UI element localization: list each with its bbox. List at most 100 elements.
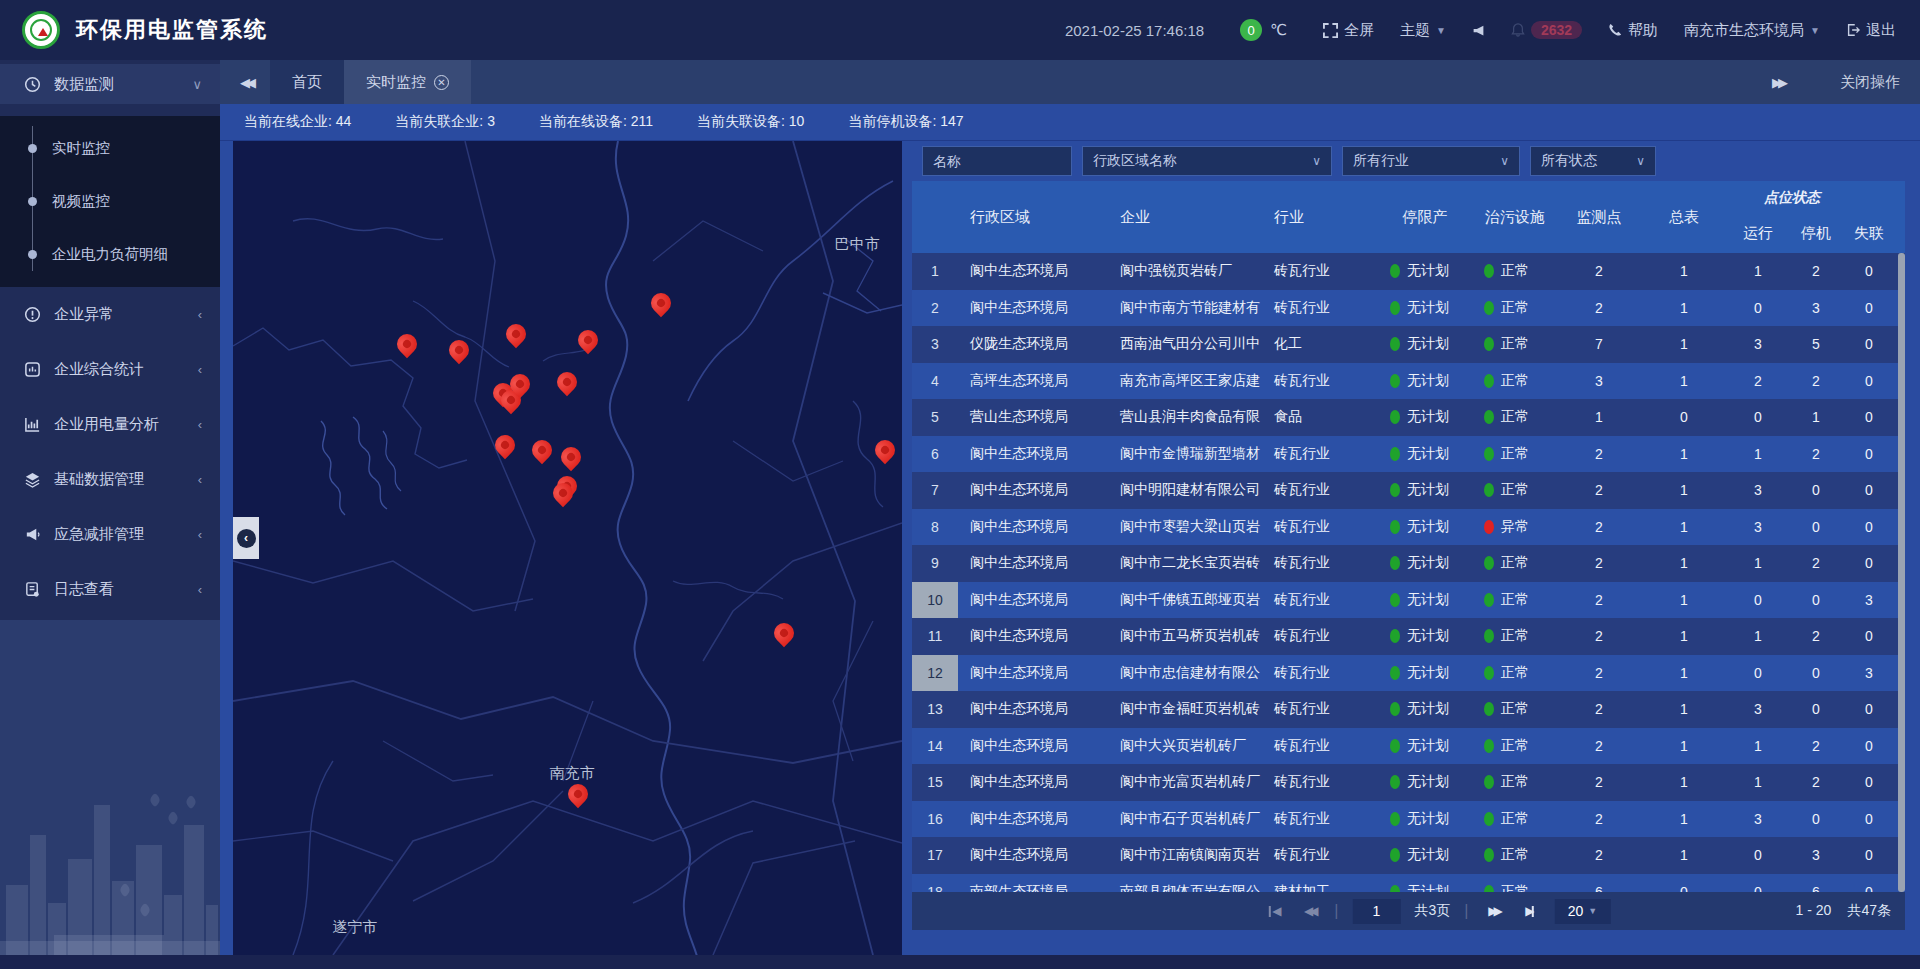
sidebar-item-5[interactable]: 应急减排管理‹ — [0, 507, 220, 562]
chevron-icon: ‹ — [198, 362, 202, 377]
range-label: 1 - 20 — [1796, 902, 1832, 920]
column-subheader: 运行 — [1728, 224, 1788, 253]
status-dot — [1484, 885, 1494, 892]
city-label: 巴中市 — [835, 234, 880, 253]
theme-dropdown[interactable]: 主题▼ — [1400, 21, 1446, 40]
org-dropdown[interactable]: 南充市生态环境局▼ — [1684, 21, 1820, 40]
sidebar-item-1[interactable]: 企业异常‹ — [0, 287, 220, 342]
table-row[interactable]: 4高坪生态环境局南充市高坪区王家店建砖瓦行业无计划正常31220 — [912, 363, 1905, 400]
table-row[interactable]: 6阆中生态环境局阆中市金博瑞新型墙材砖瓦行业无计划正常21120 — [912, 436, 1905, 473]
temperature-unit: ℃ — [1270, 21, 1287, 39]
map-collapse-button[interactable]: ‹ — [233, 517, 259, 559]
sidebar-item-3[interactable]: 企业用电量分析‹ — [0, 397, 220, 452]
status-item-4: 当前停机设备: 147 — [848, 113, 963, 131]
tab-close-icon[interactable]: ✕ — [434, 75, 449, 90]
table-row[interactable]: 3仪陇生态环境局西南油气田分公司川中化工无计划正常71350 — [912, 326, 1905, 363]
phone-icon — [1608, 23, 1622, 37]
tab-home[interactable]: 首页 — [270, 60, 344, 104]
column-header: 停限产 — [1378, 208, 1472, 227]
filter-bar: 行政区域名称∨ 所有行业∨ 所有状态∨ — [912, 141, 1905, 181]
table-row[interactable]: 7阆中生态环境局阆中明阳建材有限公司砖瓦行业无计划正常21300 — [912, 472, 1905, 509]
table-row[interactable]: 14阆中生态环境局阆中大兴页岩机砖厂砖瓦行业无计划正常21120 — [912, 728, 1905, 765]
table-row[interactable]: 9阆中生态环境局阆中市二龙长宝页岩砖砖瓦行业无计划正常21120 — [912, 545, 1905, 582]
page-size-select[interactable]: 20▼ — [1554, 899, 1610, 924]
logout-button[interactable]: 退出 — [1846, 21, 1896, 40]
table-row[interactable]: 8阆中生态环境局阆中市枣碧大梁山页岩砖瓦行业无计划异常21300 — [912, 509, 1905, 546]
chevron-icon: ‹ — [198, 527, 202, 542]
sidebar-subitem-1[interactable]: 视频监控 — [0, 175, 220, 228]
status-dot — [1390, 337, 1400, 351]
status-dot — [1484, 629, 1494, 643]
page-number-input[interactable] — [1352, 899, 1400, 924]
first-page-button[interactable]: ◀ — [1262, 904, 1284, 918]
notifications-button[interactable]: 2632 — [1511, 21, 1582, 39]
sound-button[interactable] — [1472, 24, 1485, 37]
status-dot — [1484, 739, 1494, 753]
bell-icon — [1511, 23, 1525, 37]
status-dot — [1484, 593, 1494, 607]
notification-count-badge: 2632 — [1531, 21, 1582, 39]
table-row[interactable]: 1阆中生态环境局阆中强锐页岩砖厂砖瓦行业无计划正常21120 — [912, 253, 1905, 290]
sidebar-item-4[interactable]: 基础数据管理‹ — [0, 452, 220, 507]
table-header: 行政区域企业行业停限产治污设施监测点总表运行停机失联点位状态 — [912, 181, 1905, 253]
tab-bar: ◀◀ 首页 实时监控 ✕ ▶▶ 关闭操作 — [220, 60, 1920, 104]
sidebar-decoration — [0, 620, 220, 955]
total-count-label: 共47条 — [1847, 902, 1891, 920]
tabs-scroll-right-button[interactable]: ▶▶ — [1772, 75, 1798, 90]
next-page-button[interactable]: ▶▶ — [1482, 904, 1504, 918]
table-row[interactable]: 18南部生态环境局南部县砌体页岩有限公建材加工无计划正常60060 — [912, 874, 1905, 893]
sidebar-subitem-0[interactable]: 实时监控 — [0, 122, 220, 175]
app-logo-icon — [22, 11, 60, 49]
app-header: 环保用电监管系统 2021-02-25 17:46:18 0 ℃ 全屏 主题▼ … — [0, 0, 1920, 60]
map-roads — [233, 141, 902, 955]
status-dot — [1390, 301, 1400, 315]
sidebar-subitem-2[interactable]: 企业电力负荷明细 — [0, 228, 220, 281]
status-dot — [1390, 520, 1400, 534]
tabs-scroll-left-button[interactable]: ◀◀ — [240, 75, 266, 90]
speaker-icon — [1472, 24, 1485, 37]
total-pages-label: 共3页 — [1414, 902, 1450, 920]
name-filter-input[interactable] — [933, 153, 1061, 169]
sidebar-item-6[interactable]: 日志查看‹ — [0, 562, 220, 617]
tab-realtime-monitor[interactable]: 实时监控 ✕ — [344, 60, 471, 104]
region-filter-select[interactable]: 行政区域名称∨ — [1082, 146, 1332, 176]
table-row[interactable]: 11阆中生态环境局阆中市五马桥页岩机砖砖瓦行业无计划正常21120 — [912, 618, 1905, 655]
sidebar-item-0[interactable]: 数据监测∨ — [0, 64, 220, 104]
status-dot — [1390, 702, 1400, 716]
table-row[interactable]: 5营山生态环境局营山县润丰肉食品有限食品无计划正常10010 — [912, 399, 1905, 436]
last-page-button[interactable]: ▶ — [1518, 904, 1540, 918]
column-header: 行政区域 — [958, 208, 1108, 227]
table-row[interactable]: 15阆中生态环境局阆中市光富页岩机砖厂砖瓦行业无计划正常21120 — [912, 764, 1905, 801]
app-title: 环保用电监管系统 — [76, 15, 268, 45]
status-dot — [1390, 848, 1400, 862]
chevron-down-icon: ∨ — [1312, 154, 1321, 168]
map[interactable]: ‹ 巴中市南充市遂宁市 — [233, 141, 902, 955]
fullscreen-button[interactable]: 全屏 — [1323, 21, 1374, 40]
table-row[interactable]: 12阆中生态环境局阆中市忠信建材有限公砖瓦行业无计划正常21003 — [912, 655, 1905, 692]
table-row[interactable]: 16阆中生态环境局阆中市石子页岩机砖厂砖瓦行业无计划正常21300 — [912, 801, 1905, 838]
industry-filter-select[interactable]: 所有行业∨ — [1342, 146, 1520, 176]
name-filter-field[interactable] — [922, 146, 1072, 176]
bottom-strip — [0, 955, 1920, 969]
chevron-icon: ‹ — [198, 307, 202, 322]
sidebar-item-2[interactable]: 企业综合统计‹ — [0, 342, 220, 397]
status-item-0: 当前在线企业: 44 — [244, 113, 351, 131]
chevron-icon: ‹ — [198, 417, 202, 432]
table-row[interactable]: 17阆中生态环境局阆中市江南镇阆南页岩砖瓦行业无计划正常21030 — [912, 837, 1905, 874]
table-row[interactable]: 10阆中生态环境局阆中千佛镇五郎垭页岩砖瓦行业无计划正常21003 — [912, 582, 1905, 619]
status-dot — [1390, 556, 1400, 570]
table-row[interactable]: 13阆中生态环境局阆中市金福旺页岩机砖砖瓦行业无计划正常21300 — [912, 691, 1905, 728]
column-header: 监测点 — [1558, 208, 1640, 227]
close-operations-button[interactable]: 关闭操作 — [1840, 73, 1900, 92]
prev-page-button[interactable]: ◀◀ — [1298, 904, 1320, 918]
brand: 环保用电监管系统 — [0, 11, 268, 49]
table-row[interactable]: 2阆中生态环境局阆中市南方节能建材有砖瓦行业无计划正常21030 — [912, 290, 1905, 327]
table-scrollbar[interactable] — [1898, 253, 1905, 892]
status-dot — [1484, 301, 1494, 315]
status-filter-select[interactable]: 所有状态∨ — [1530, 146, 1656, 176]
status-dot — [1484, 812, 1494, 826]
help-button[interactable]: 帮助 — [1608, 21, 1658, 40]
sidebar: 数据监测∨ 实时监控视频监控企业电力负荷明细企业异常‹企业综合统计‹企业用电量分析… — [0, 60, 220, 955]
status-dot — [1390, 885, 1400, 892]
city-skyline-graphic — [0, 745, 220, 955]
